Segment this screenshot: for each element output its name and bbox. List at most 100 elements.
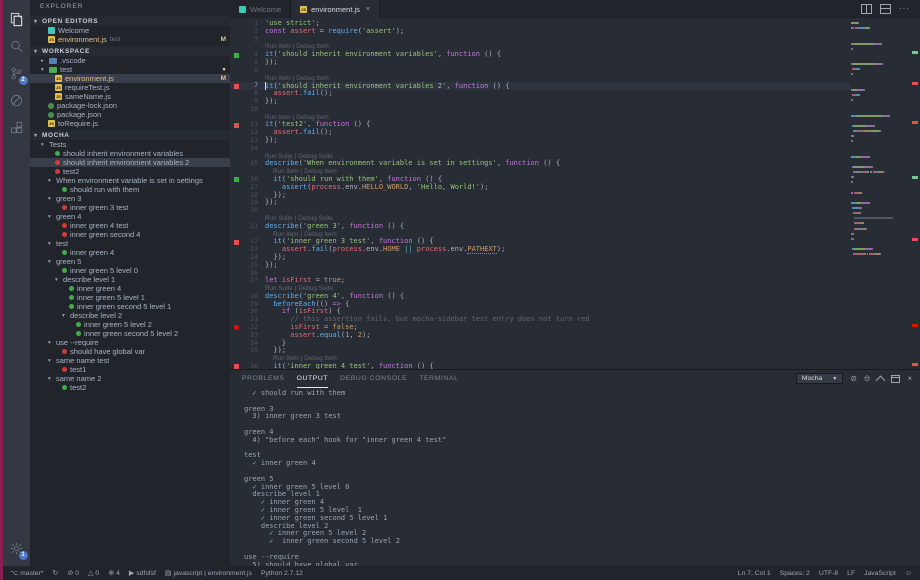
branch-status-item[interactable]: ⌥master* — [10, 570, 44, 577]
test-fail-gutter-icon[interactable] — [234, 123, 239, 128]
tree-item[interactable]: inner green 4 — [30, 284, 230, 293]
ln-7-col-1-status-item[interactable]: Ln 7, Col 1 — [738, 570, 771, 577]
tree-item[interactable]: ▾green 4 — [30, 212, 230, 221]
output-console[interactable]: ✓ should run with them green 3 3) inner … — [230, 387, 920, 566]
spaces-2-status-item[interactable]: Spaces: 2 — [780, 570, 810, 577]
file-status-item[interactable]: ▤javascript | environment.js — [165, 570, 252, 577]
tree-item[interactable]: JSenvironment.jsM — [30, 74, 230, 83]
toggle-layout-icon[interactable] — [880, 4, 891, 14]
scroll-lock-icon[interactable]: ⎊ — [864, 375, 870, 383]
source-control-icon[interactable]: 2 — [6, 60, 28, 87]
code-line[interactable]: 9}); — [230, 98, 851, 106]
code-line[interactable]: 10 — [230, 106, 851, 114]
code-editor[interactable]: 1'use strict';2const assert = require('a… — [230, 18, 851, 369]
tree-item[interactable]: JStoRequire.js — [30, 119, 230, 128]
tree-item[interactable]: ▾same name test — [30, 356, 230, 365]
code-line[interactable]: 19}); — [230, 199, 851, 207]
code-line[interactable]: 12 assert.fail(); — [230, 129, 851, 137]
more-actions-icon[interactable]: ··· — [899, 6, 910, 12]
code-line[interactable]: 2const assert = require('assert'); — [230, 28, 851, 36]
tree-item[interactable]: JSrequireTest.js — [30, 83, 230, 92]
tree-item[interactable]: ▾green 5 — [30, 257, 230, 266]
settings-icon[interactable]: 1 — [6, 535, 28, 562]
tree-item[interactable]: inner green 5 level 2 — [30, 320, 230, 329]
code-line[interactable]: 34 } — [230, 340, 851, 348]
panel-tab-problems[interactable]: PROBLEMS — [242, 370, 285, 388]
tree-item[interactable]: ▾describe level 1 — [30, 275, 230, 284]
code-line[interactable]: 27let isFirst = true; — [230, 277, 851, 285]
tree-item[interactable]: package-lock.json — [30, 101, 230, 110]
output-channel-dropdown[interactable]: Mocha ▼ — [796, 373, 843, 384]
close-panel-icon[interactable]: × — [907, 375, 912, 383]
code-line[interactable]: 18 }); — [230, 192, 851, 200]
test-fail-gutter-icon[interactable] — [234, 240, 239, 245]
tree-item[interactable]: test1 — [30, 365, 230, 374]
code-line[interactable]: 5}); — [230, 59, 851, 67]
code-line[interactable]: 25}); — [230, 262, 851, 270]
close-icon[interactable]: × — [366, 6, 370, 13]
tree-item[interactable]: test2 — [30, 383, 230, 392]
tree-item[interactable]: ▾green 3 — [30, 194, 230, 203]
code-line[interactable]: 3 — [230, 36, 851, 44]
section-header[interactable]: ▾MOCHA — [30, 130, 230, 140]
code-line[interactable]: 6 — [230, 67, 851, 75]
explorer-icon[interactable] — [6, 6, 28, 33]
clear-output-icon[interactable]: ⊘ — [850, 375, 857, 383]
tree-item[interactable]: should inherit environment variables — [30, 149, 230, 158]
tree-item[interactable]: ▾Tests — [30, 140, 230, 149]
tree-item[interactable]: should have global var — [30, 347, 230, 356]
tree-item[interactable]: Welcome — [30, 26, 230, 35]
code-line[interactable]: 17 assert(process.env.HELLO_WORLD, 'Hell… — [230, 184, 851, 192]
tree-item[interactable]: inner green 4 — [30, 248, 230, 257]
tree-item[interactable]: test2 — [30, 167, 230, 176]
tab-environment-js[interactable]: JSenvironment.js× — [291, 0, 380, 18]
test-fail-gutter-icon[interactable] — [234, 84, 239, 89]
tree-item[interactable]: JSsameName.js — [30, 92, 230, 101]
tree-item[interactable]: should run with them — [30, 185, 230, 194]
tree-item[interactable]: inner green 5 level 0 — [30, 266, 230, 275]
code-line[interactable]: 36 it('inner green 4 test', function () … — [230, 363, 851, 369]
python-2-7-12-status-item[interactable]: Python 2.7.12 — [261, 570, 303, 577]
code-line[interactable]: 24 }); — [230, 254, 851, 262]
extensions-icon[interactable] — [6, 114, 28, 141]
debug-icon[interactable] — [6, 87, 28, 114]
overview-ruler[interactable] — [909, 18, 920, 369]
code-line[interactable]: 35 }); — [230, 347, 851, 355]
tab-welcome[interactable]: Welcome — [230, 0, 291, 18]
panel-tab-output[interactable]: OUTPUT — [297, 370, 329, 388]
tree-item[interactable]: package.json — [30, 110, 230, 119]
code-line[interactable]: 4it('should inherit environment variable… — [230, 51, 851, 59]
test-fail-gutter-icon[interactable] — [234, 364, 239, 369]
codelens-link[interactable]: Debug Item — [296, 75, 329, 82]
code-line[interactable]: 14 — [230, 145, 851, 153]
tree-item[interactable]: ▾test● — [30, 65, 230, 74]
tree-item[interactable]: inner green 3 test — [30, 203, 230, 212]
tree-item[interactable]: ▸.vscode — [30, 56, 230, 65]
warning-status-item[interactable]: △0 — [88, 570, 99, 577]
minimap[interactable] — [851, 18, 909, 369]
codelens-link[interactable]: Run Item — [265, 75, 291, 82]
tree-item[interactable]: inner green 5 level 1 — [30, 293, 230, 302]
test-count-status-item[interactable]: ⊕4 — [108, 570, 120, 577]
feedback-status-item[interactable]: ☺ — [905, 570, 912, 577]
code-line[interactable]: 8 assert.fail(); — [230, 90, 851, 98]
utf-8-status-item[interactable]: UTF-8 — [819, 570, 838, 577]
code-line[interactable]: 21describe('green 3', function () { — [230, 223, 851, 231]
code-line[interactable]: 33 assert.equal(1, 2); — [230, 332, 851, 340]
tree-item[interactable]: inner green 4 test — [30, 221, 230, 230]
play-status-item[interactable]: ▶sdfsfsf — [129, 570, 156, 577]
panel-tab-terminal[interactable]: TERMINAL — [419, 370, 458, 388]
error-status-item[interactable]: ⊘0 — [67, 570, 79, 577]
code-line[interactable]: 23 assert.fail(process.env.HOME || proce… — [230, 246, 851, 254]
code-line[interactable]: 15describe('When environment variable is… — [230, 160, 851, 168]
tree-item[interactable]: inner green second 5 level 1 — [30, 302, 230, 311]
javascript-status-item[interactable]: JavaScript — [864, 570, 896, 577]
section-header[interactable]: ▾WORKSPACE — [30, 46, 230, 56]
tree-item[interactable]: inner green second 4 — [30, 230, 230, 239]
sync-status-item[interactable]: ↻ — [53, 570, 59, 577]
tree-item[interactable]: ▾describe level 2 — [30, 311, 230, 320]
panel-tab-debug-console[interactable]: DEBUG CONSOLE — [340, 370, 407, 388]
test-pass-gutter-icon[interactable] — [234, 177, 239, 182]
tree-item[interactable]: ▾test — [30, 239, 230, 248]
breakpoint-icon[interactable] — [234, 325, 239, 330]
